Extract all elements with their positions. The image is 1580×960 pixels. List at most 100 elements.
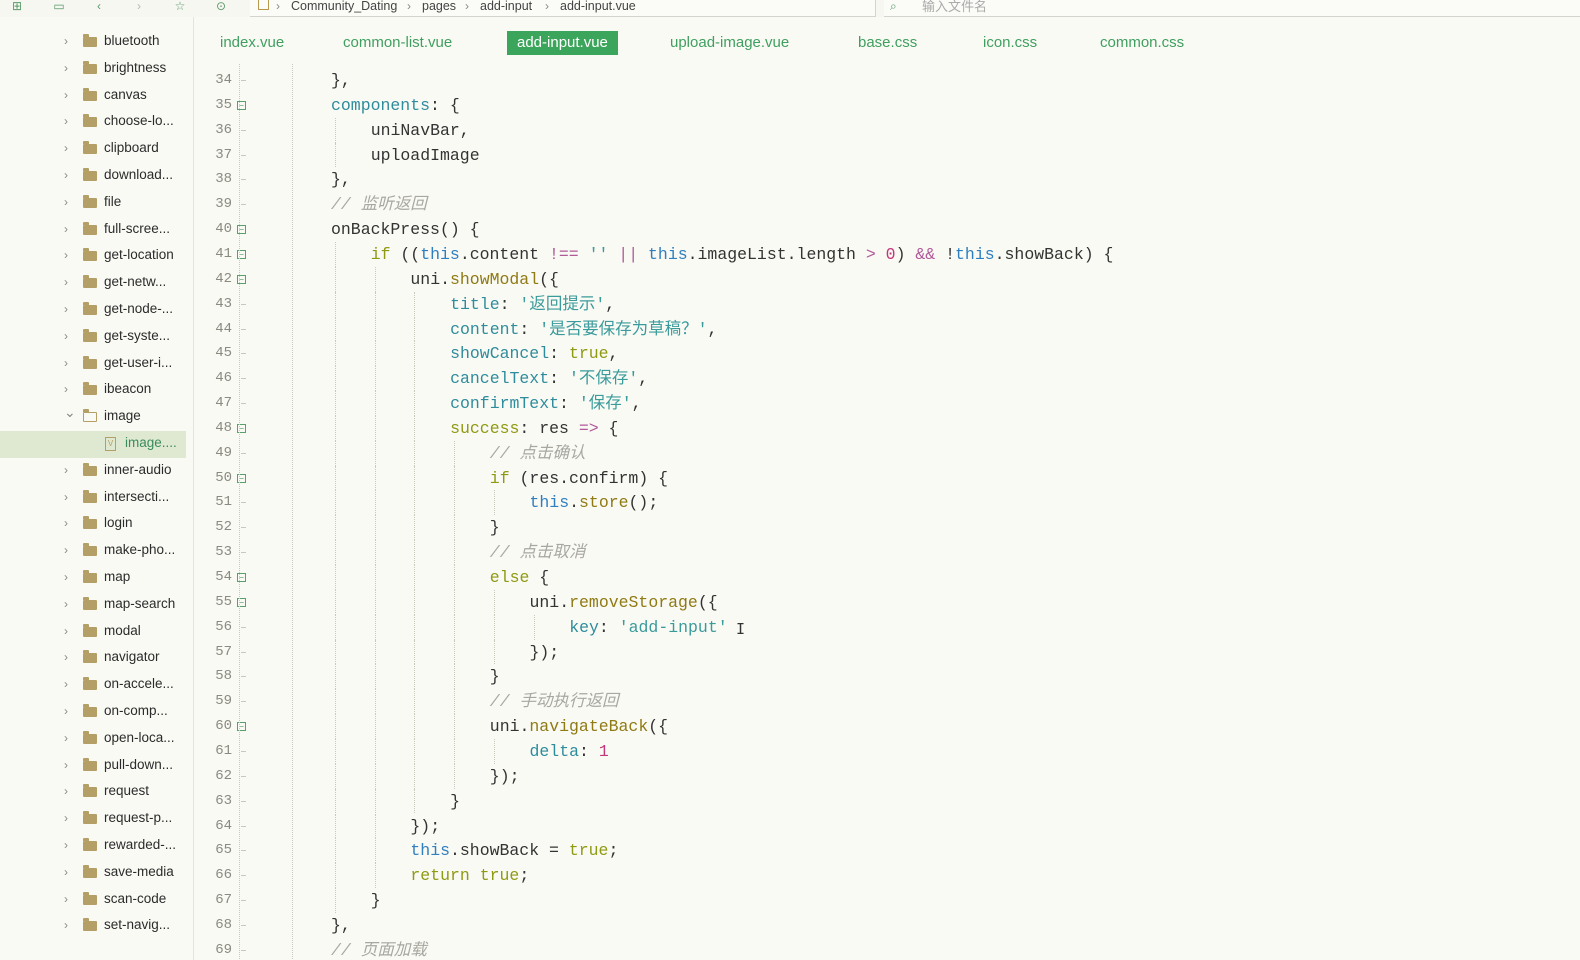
code-editor[interactable]: index.vue common-list.vue add-input.vue upl… [195,17,1580,960]
chevron-right-icon[interactable]: › [64,624,68,638]
chevron-right-icon[interactable]: › [64,34,68,48]
tree-folder[interactable]: › modal [0,619,186,646]
tree-folder[interactable]: › full-scree... [0,217,186,244]
chevron-right-icon[interactable]: › [64,811,68,825]
tree-folder[interactable]: › inner-audio [0,458,186,485]
code-line[interactable]: // 手动执行返回 [490,689,619,714]
tree-folder[interactable]: › get-syste... [0,324,186,351]
code-line[interactable]: title: '返回提示', [450,292,615,317]
new-file-icon[interactable]: ⊞ [10,0,24,13]
chevron-right-icon[interactable]: › [64,543,68,557]
chevron-right-icon[interactable]: › [64,570,68,584]
run-icon[interactable]: ⊙ [214,0,228,13]
chevron-right-icon[interactable]: › [64,490,68,504]
code-line[interactable]: onBackPress() { [331,217,480,242]
code-line[interactable]: // 点击取消 [490,540,586,565]
chevron-right-icon[interactable]: › [64,141,68,155]
tree-folder[interactable]: › get-netw... [0,270,186,297]
tree-folder[interactable]: › on-accele... [0,672,186,699]
tree-folder[interactable]: › brightness [0,56,186,83]
chevron-right-icon[interactable]: › [64,758,68,772]
chevron-right-icon[interactable]: › [64,892,68,906]
code-line[interactable]: }, [331,167,351,192]
tree-folder[interactable]: › get-user-i... [0,351,186,378]
code-line[interactable]: }); [410,814,440,839]
breadcrumb-item[interactable]: add-input.vue [560,0,636,13]
tree-folder[interactable]: › open-loca... [0,726,186,753]
code-line[interactable]: if ((this.content !== '' || this.imageLi… [371,242,1114,267]
code-line[interactable]: } [450,789,460,814]
back-icon[interactable]: ‹ [92,0,106,13]
tree-folder[interactable]: › bluetooth [0,29,186,56]
chevron-right-icon[interactable]: › [64,784,68,798]
code-line[interactable]: uniNavBar, [371,118,470,143]
tree-folder[interactable]: › choose-lo... [0,109,186,136]
code-line[interactable]: }); [490,764,520,789]
tab-add-input-vue[interactable]: add-input.vue [507,31,618,55]
code-line[interactable]: }, [331,68,351,93]
chevron-right-icon[interactable]: › [64,704,68,718]
code-line[interactable]: delta: 1 [530,739,609,764]
tree-folder[interactable]: › map [0,565,186,592]
chevron-right-icon[interactable]: › [64,356,68,370]
tab-common-css[interactable]: common.css [1090,31,1194,55]
tree-folder[interactable]: › make-pho... [0,538,186,565]
tab-index-vue[interactable]: index.vue [210,31,294,55]
chevron-right-icon[interactable]: › [64,302,68,316]
code-line[interactable]: cancelText: '不保存', [450,366,648,391]
breadcrumb-item[interactable]: pages [422,0,456,13]
code-line[interactable]: this.store(); [530,490,659,515]
code-line[interactable]: // 监听返回 [331,192,427,217]
tab-common-list-vue[interactable]: common-list.vue [333,31,462,55]
tree-folder[interactable]: › get-node-... [0,297,186,324]
tree-folder[interactable]: › scan-code [0,887,186,914]
code-line[interactable]: } [490,515,500,540]
tab-base-css[interactable]: base.css [848,31,927,55]
tree-folder[interactable]: › canvas [0,83,186,110]
code-line[interactable]: components: { [331,93,460,118]
tree-folder[interactable]: › navigator [0,645,186,672]
code-line[interactable]: if (res.confirm) { [490,466,668,491]
code-line[interactable]: // 页面加载 [331,938,427,960]
chevron-right-icon[interactable]: › [64,88,68,102]
code-line[interactable]: } [371,888,381,913]
chevron-right-icon[interactable]: › [64,222,68,236]
breadcrumb-item[interactable]: add-input [480,0,532,13]
tree-folder[interactable]: › intersecti... [0,485,186,512]
chevron-right-icon[interactable]: › [64,918,68,932]
code-line[interactable]: uni.removeStorage({ [530,590,718,615]
tree-folder[interactable]: › set-navig... [0,913,186,940]
tree-folder[interactable]: › request [0,779,186,806]
code-line[interactable]: }, [331,913,351,938]
chevron-down-icon[interactable]: ⌄ [64,404,76,421]
star-icon[interactable]: ☆ [173,0,187,13]
chevron-right-icon[interactable]: › [64,61,68,75]
code-line[interactable]: success: res => { [450,416,618,441]
code-line[interactable]: // 点击确认 [490,441,586,466]
chevron-right-icon[interactable]: › [64,114,68,128]
code-line[interactable]: key: 'add-input' [569,615,727,640]
tree-folder[interactable]: › on-comp... [0,699,186,726]
tree-folder[interactable]: › request-p... [0,806,186,833]
forward-icon[interactable]: › [132,0,146,13]
code-line[interactable]: confirmText: '保存', [450,391,641,416]
code-line[interactable]: this.showBack = true; [410,838,618,863]
chevron-right-icon[interactable]: › [64,168,68,182]
code-line[interactable]: showCancel: true, [450,341,618,366]
chevron-right-icon[interactable]: › [64,329,68,343]
tree-folder[interactable]: › download... [0,163,186,190]
code-line[interactable]: }); [530,640,560,665]
chevron-right-icon[interactable]: › [64,463,68,477]
save-icon[interactable]: ▭ [52,0,66,13]
tab-icon-css[interactable]: icon.css [973,31,1047,55]
chevron-right-icon[interactable]: › [64,516,68,530]
tree-folder[interactable]: › login [0,511,186,538]
tree-folder[interactable]: ⌄ image [0,404,186,431]
tree-folder[interactable]: › pull-down... [0,753,186,780]
code-line[interactable]: return true; [410,863,529,888]
tree-folder[interactable]: › clipboard [0,136,186,163]
code-line[interactable]: uni.showModal({ [410,267,559,292]
chevron-right-icon[interactable]: › [64,838,68,852]
chevron-right-icon[interactable]: › [64,382,68,396]
chevron-right-icon[interactable]: › [64,248,68,262]
